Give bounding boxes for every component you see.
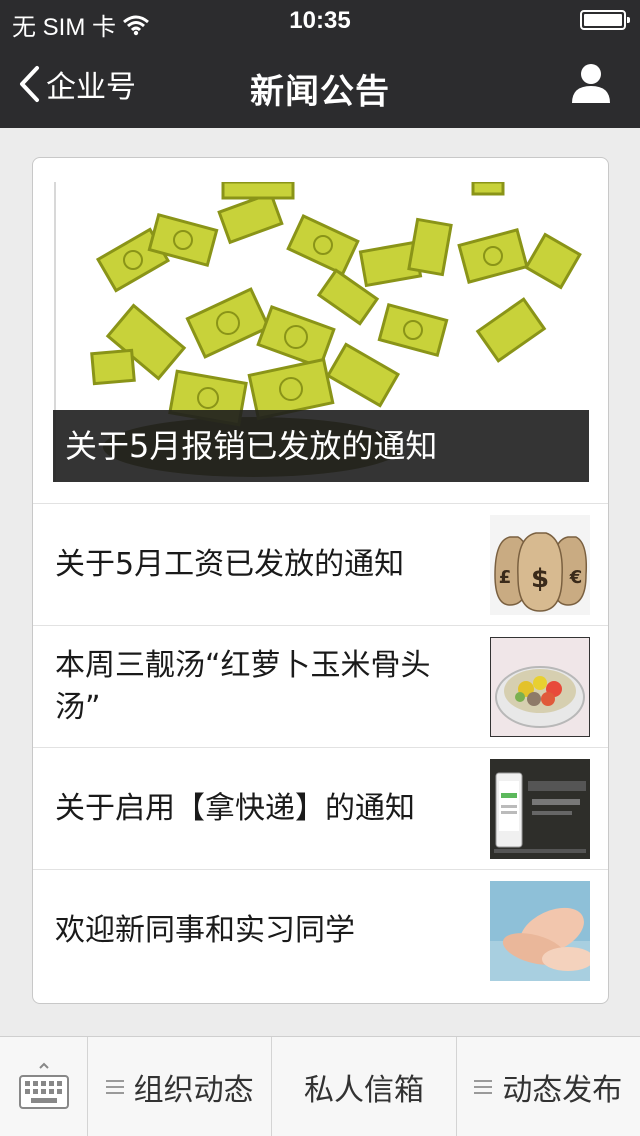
money-bags-image: $ £ €: [490, 515, 590, 615]
status-bar: 无 SIM 卡 10:35: [0, 0, 640, 41]
menu-icon: [474, 1079, 493, 1094]
tab-private-mailbox[interactable]: 私人信箱: [272, 1037, 457, 1136]
featured-caption: 关于5月报销已发放的通知: [53, 410, 589, 482]
battery-icon: [580, 10, 630, 30]
tab-bar: 组织动态 私人信箱 动态发布: [0, 1036, 640, 1136]
news-card: 关于5月报销已发放的通知 关于5月工资已发放的通知 $ £ € 本周三靓汤“红萝…: [32, 157, 609, 1004]
nav-bar: 企业号 新闻公告: [0, 40, 640, 128]
clock: 10:35: [289, 7, 351, 34]
keyboard-toggle-button[interactable]: [0, 1037, 88, 1136]
svg-text:€: €: [569, 567, 583, 588]
article-title: 本周三靓汤“红萝卜玉米骨头汤”: [55, 647, 431, 725]
tab-label: 动态发布: [502, 1072, 623, 1108]
list-item[interactable]: 关于启用【拿快递】的通知: [33, 747, 608, 869]
menu-icon: [105, 1079, 124, 1094]
article-title: 欢迎新同事和实习同学: [55, 912, 355, 948]
keyboard-icon: [18, 1062, 69, 1109]
tab-label: 组织动态: [133, 1072, 254, 1108]
article-title: 关于5月工资已发放的通知: [55, 546, 405, 582]
list-item[interactable]: 本周三靓汤“红萝卜玉米骨头汤”: [33, 625, 608, 747]
list-item[interactable]: 欢迎新同事和实习同学: [33, 869, 608, 991]
featured-article[interactable]: 关于5月报销已发放的通知: [53, 182, 589, 482]
page-title: 新闻公告: [250, 72, 390, 112]
handshake-image: [490, 881, 590, 981]
profile-button[interactable]: [570, 62, 612, 104]
person-icon: [572, 64, 610, 103]
tab-label: 私人信箱: [303, 1072, 424, 1108]
tab-org-news[interactable]: 组织动态: [88, 1037, 273, 1136]
soup-bowl-image: [490, 637, 590, 737]
app-promo-image: [490, 759, 590, 859]
article-title: 关于启用【拿快递】的通知: [55, 790, 415, 826]
list-item[interactable]: 关于5月工资已发放的通知 $ £ €: [33, 503, 608, 625]
svg-text:$: $: [531, 564, 549, 594]
svg-text:£: £: [499, 567, 512, 588]
tab-post-update[interactable]: 动态发布: [457, 1037, 640, 1136]
